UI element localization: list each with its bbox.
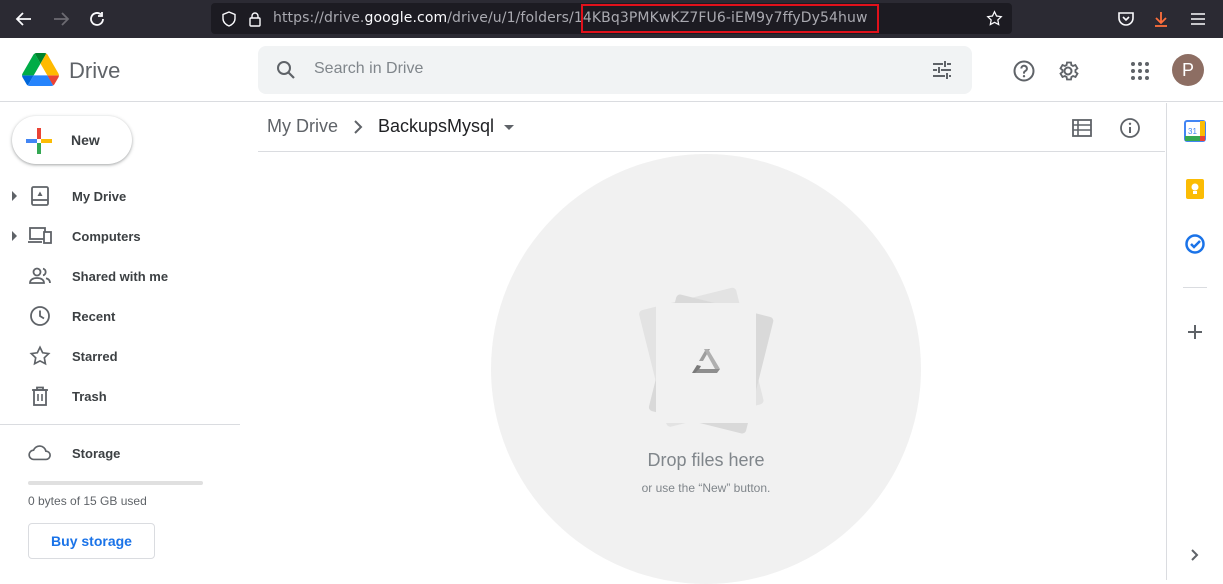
chevron-right-icon[interactable] [1184,544,1206,566]
chevron-right-icon [350,117,366,142]
sidebar-item-label: Recent [72,309,116,324]
people-icon [28,264,52,288]
star-icon [28,344,52,368]
plus-icon [26,128,52,154]
search-input[interactable]: Search in Drive [314,60,423,78]
computers-icon [28,224,52,248]
folder-menu-caret-icon[interactable] [504,125,514,130]
keep-icon[interactable] [1184,178,1206,200]
search-bar[interactable]: Search in Drive [258,46,972,94]
info-icon[interactable] [1118,116,1142,140]
drop-files-illustration-icon [639,287,774,434]
cloud-icon [28,441,52,465]
trash-icon [28,384,52,408]
sidebar-item-my-drive[interactable]: My Drive [0,180,240,212]
sidebar-item-label: Shared with me [72,269,169,284]
storage-label: Storage [72,446,121,461]
buy-storage-button[interactable]: Buy storage [28,523,155,559]
drive-logo-icon[interactable] [22,53,62,87]
calendar-icon[interactable]: 31 [1184,120,1206,142]
storage-progress-bar [28,481,203,485]
sidebar-item-recent[interactable]: Recent [0,300,240,332]
drive-header: Drive Search in Drive P [0,38,1223,102]
breadcrumb: My Drive BackupsMysql [258,103,1165,152]
side-panel: 31 [1166,103,1223,580]
sidebar-item-shared-with-me[interactable]: Shared with me [0,260,240,292]
url-path: /drive/u/1/folders/ [447,10,574,26]
browser-toolbar: https://drive.google.com/drive/u/1/folde… [0,0,1223,38]
shield-icon[interactable] [221,11,237,32]
add-addon-icon[interactable] [1184,321,1206,343]
download-icon[interactable] [1149,7,1173,31]
tasks-icon[interactable] [1184,233,1206,255]
new-button-label: New [71,132,100,148]
breadcrumb-current-folder[interactable]: BackupsMysql [378,116,494,137]
breadcrumb-my-drive[interactable]: My Drive [267,116,338,137]
forward-icon[interactable] [49,7,73,31]
help-icon[interactable] [1011,58,1037,84]
pocket-icon[interactable] [1114,7,1138,31]
sidebar-divider [0,424,240,425]
expand-arrow-icon[interactable] [12,231,17,241]
url-highlight-box [581,4,879,33]
side-panel-divider [1183,287,1207,288]
sidebar-item-computers[interactable]: Computers [0,220,240,252]
empty-state-subtitle: or use the “New” button. [641,481,771,495]
app-name[interactable]: Drive [69,58,120,84]
sidebar-item-label: My Drive [72,189,127,204]
my-drive-icon [28,184,52,208]
back-icon[interactable] [12,7,36,31]
expand-arrow-icon[interactable] [12,191,17,201]
url-bar[interactable]: https://drive.google.com/drive/u/1/folde… [211,3,1012,34]
url-host: google.com [364,10,448,26]
sidebar-item-label: Starred [72,349,118,364]
sidebar-item-storage[interactable]: Storage [0,437,240,469]
url-prefix: https://drive. [273,10,365,26]
clock-icon [28,304,52,328]
sidebar-item-starred[interactable]: Starred [0,340,240,372]
menu-icon[interactable] [1186,7,1210,31]
lock-icon[interactable] [248,11,262,32]
reload-icon[interactable] [85,7,109,31]
settings-gear-icon[interactable] [1055,58,1081,84]
new-button[interactable]: New [12,116,132,164]
apps-grid-icon[interactable] [1127,58,1153,84]
search-options-icon[interactable] [930,58,954,87]
bookmark-star-icon[interactable] [986,10,1003,32]
sidebar-item-label: Trash [72,389,107,404]
calendar-day-text: 31 [1188,127,1197,136]
empty-state-title: Drop files here [647,450,765,470]
sidebar-item-label: Computers [72,229,141,244]
account-avatar[interactable]: P [1172,54,1204,86]
storage-usage-text: 0 bytes of 15 GB used [28,494,147,508]
sidebar-item-trash[interactable]: Trash [0,380,240,412]
list-view-icon[interactable] [1070,116,1094,140]
search-icon[interactable] [274,58,298,87]
